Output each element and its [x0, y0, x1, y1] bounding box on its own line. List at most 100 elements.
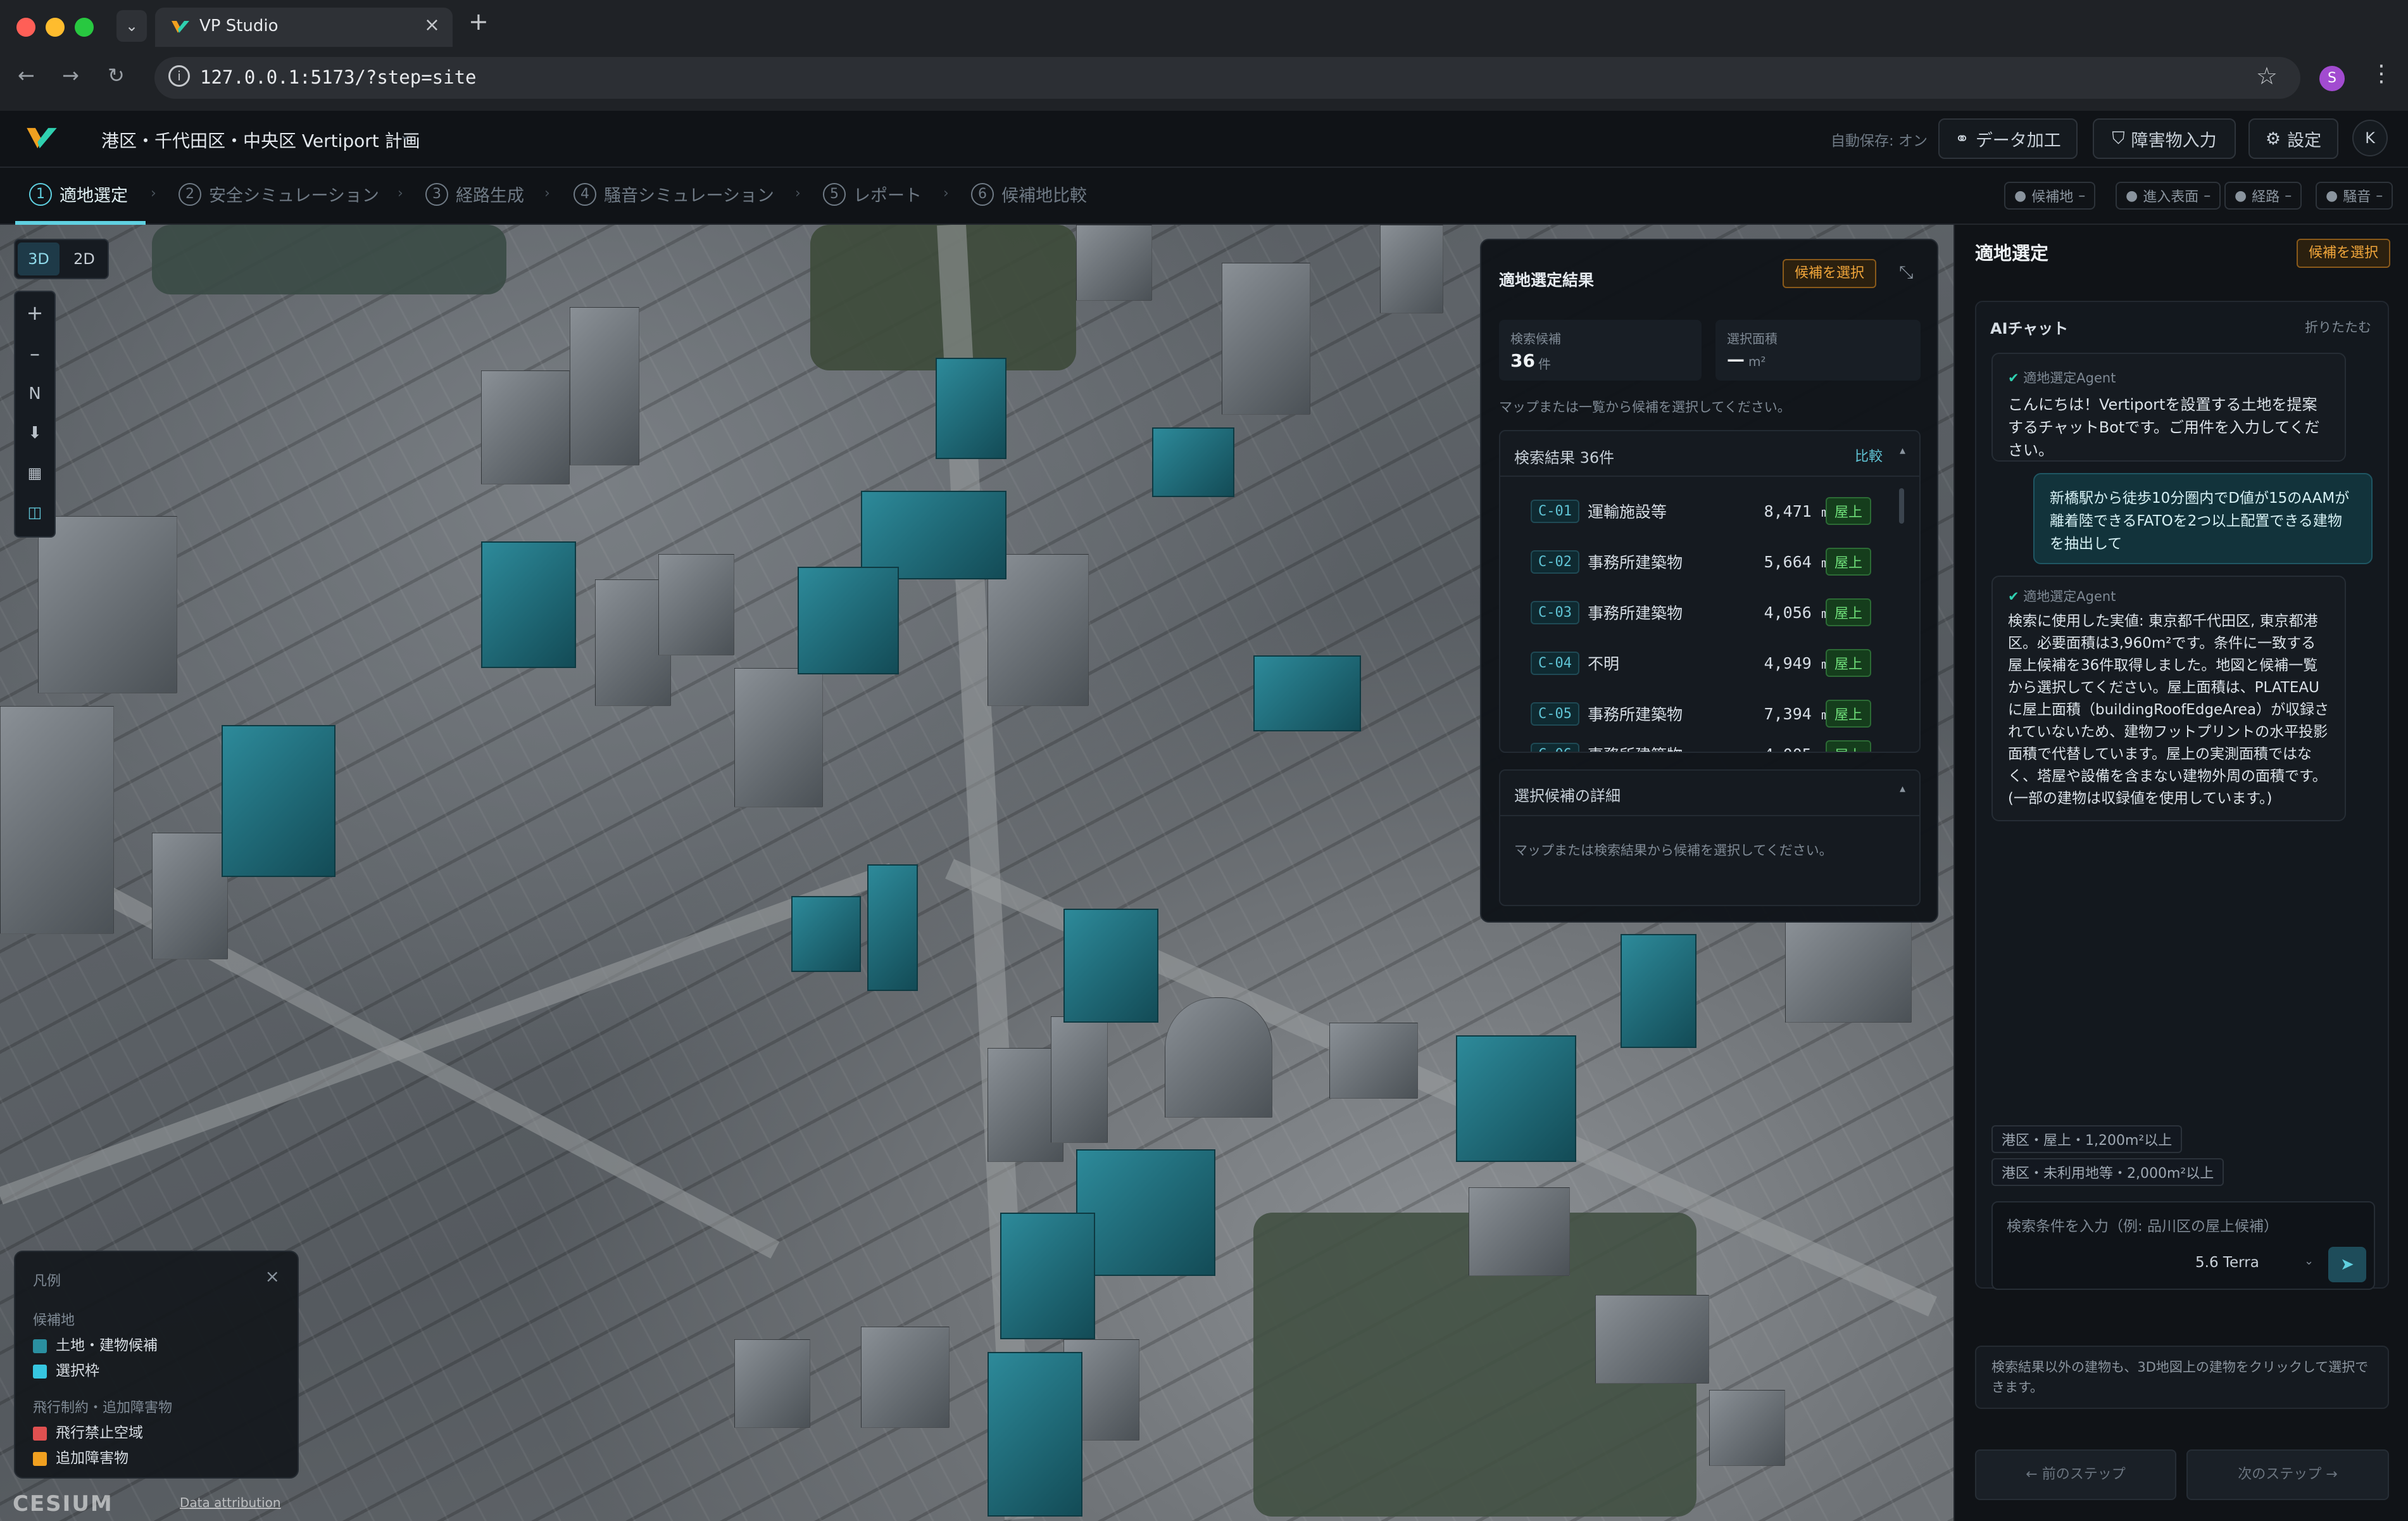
app-header: 港区・千代田区・中央区 Vertiport 計画 ⌄ 自動保存: オン ⚭ データ… — [0, 111, 2408, 168]
step-separator-icon: › — [398, 186, 403, 201]
profile-avatar[interactable]: S — [2319, 66, 2345, 91]
forward-icon[interactable]: → — [62, 63, 79, 87]
right-sidebar: 適地選定 候補を選択 AIチャット 折りたたむ ✔ 適地選定Agent こんにち… — [1953, 225, 2408, 1521]
candidate-building[interactable] — [867, 864, 918, 991]
chat-input-placeholder[interactable]: 検索条件を入力（例: 品川区の屋上候補） — [2007, 1214, 2278, 1235]
minimize-window-button[interactable] — [46, 18, 65, 37]
app-logo-icon[interactable] — [22, 125, 62, 153]
download-icon[interactable]: ⬇ — [15, 424, 54, 443]
candidate-row[interactable]: C-06 事務所建築物 4,005 m² 屋上 — [1500, 729, 1919, 752]
candidate-building[interactable] — [1063, 909, 1158, 1023]
candidate-building[interactable] — [791, 896, 861, 972]
compare-link[interactable]: 比較 — [1855, 445, 1883, 465]
legend-swatch — [33, 1451, 47, 1466]
building — [0, 706, 114, 934]
data-attribution-link[interactable]: Data attribution — [180, 1495, 281, 1510]
back-icon[interactable]: ← — [18, 63, 35, 87]
browser-tab[interactable]: VP Studio × — [155, 8, 453, 47]
candidate-building[interactable] — [1000, 1213, 1095, 1339]
suggestion-chip[interactable]: 港区・屋上・1,200m²以上 — [1991, 1125, 2183, 1153]
candidate-building[interactable] — [1621, 934, 1696, 1048]
select-candidate-button[interactable]: 候補を選択 — [1783, 259, 1876, 288]
step-6-candidate-comparison[interactable]: 6 候補地比較 — [971, 182, 1087, 206]
url-text[interactable]: 127.0.0.1:5173/?step=site — [200, 66, 477, 88]
ai-chat-panel: AIチャット 折りたたむ ✔ 適地選定Agent こんにちは！Vertiport… — [1975, 301, 2389, 1290]
collapse-chat-link[interactable]: 折りたたむ — [2305, 317, 2371, 336]
step-1-site-selection[interactable]: 1 適地選定 — [29, 182, 128, 206]
reload-icon[interactable]: ↻ — [108, 63, 125, 87]
collapse-panel-icon[interactable]: ⤡ — [1899, 262, 1913, 283]
building — [570, 307, 639, 465]
layer-toggle-noise[interactable]: ● 騒音 – — [2316, 182, 2393, 210]
user-message: 新橋駅から徒歩10分圏内でD値が15のAAMが離着陸できるFATOを2つ以上配置… — [2033, 473, 2373, 564]
settings-button[interactable]: ⚙ 設定 — [2248, 118, 2338, 159]
building — [152, 833, 228, 959]
building — [861, 1327, 950, 1428]
bookmark-star-icon[interactable]: ☆ — [2256, 62, 2278, 90]
agent-message-text: こんにちは！Vertiportを設置する土地を提案するチャットBotです。ご用件… — [2008, 396, 2320, 459]
candidate-building[interactable] — [988, 1352, 1082, 1517]
step-4-noise-simulation[interactable]: 4 騒音シミュレーション — [574, 182, 774, 206]
close-legend-icon[interactable]: × — [265, 1266, 280, 1287]
sidebar-select-candidate-button[interactable]: 候補を選択 — [2297, 239, 2390, 268]
zoom-in-icon[interactable]: + — [15, 301, 54, 325]
chat-input-box[interactable]: 検索条件を入力（例: 品川区の屋上候補） 5.6 Terra ⌄ ➤ — [1991, 1201, 2375, 1290]
chevron-up-icon[interactable]: ▴ — [1900, 782, 1905, 795]
close-window-button[interactable] — [16, 18, 35, 37]
2d-mode-button[interactable]: 2D — [63, 243, 105, 275]
building — [1329, 1023, 1418, 1099]
user-avatar[interactable]: K — [2352, 120, 2388, 156]
layers-icon[interactable]: ▦ — [15, 464, 54, 482]
candidate-building[interactable] — [1456, 1035, 1576, 1162]
3d-map-view[interactable]: 3D 2D + – N ⬇ ▦ ◫ 凡例 × 候補地 土地・建物候補 選択枠 飛… — [0, 225, 1953, 1521]
candidate-row[interactable]: C-03 事務所建築物 4,056 m² 屋上 — [1500, 587, 1919, 638]
maximize-window-button[interactable] — [75, 18, 94, 37]
step-5-report[interactable]: 5 レポート — [823, 182, 922, 206]
sidebar-title: 適地選定 — [1975, 243, 2049, 264]
candidate-building[interactable] — [1076, 1149, 1215, 1276]
candidate-building[interactable] — [222, 725, 335, 877]
layer-toggle-route[interactable]: ● 経路 – — [2224, 182, 2302, 210]
panel-toggle-icon[interactable]: ◫ — [15, 503, 54, 521]
candidate-row[interactable]: C-04 不明 4,949 m² 屋上 — [1500, 638, 1919, 688]
candidate-building[interactable] — [798, 567, 899, 674]
tab-list-chevron-icon[interactable]: ⌄ — [116, 10, 147, 42]
close-tab-icon[interactable]: × — [424, 14, 440, 36]
candidate-building[interactable] — [481, 541, 576, 668]
next-step-button[interactable]: 次のステップ → — [2186, 1449, 2389, 1500]
building — [1709, 1390, 1785, 1466]
chevron-up-icon[interactable]: ▴ — [1900, 444, 1905, 457]
layer-toggle-approach-surface[interactable]: ● 進入表面 – — [2116, 182, 2221, 210]
legend-item-selection-frame: 選択枠 — [33, 1358, 99, 1380]
legend-item-additional-obstacle: 追加障害物 — [33, 1446, 129, 1467]
step-3-route-generation[interactable]: 3 経路生成 — [425, 182, 524, 206]
candidate-building[interactable] — [861, 491, 1006, 579]
north-compass-button[interactable]: N — [15, 384, 54, 403]
new-tab-icon[interactable]: + — [468, 8, 489, 35]
model-chevron-icon[interactable]: ⌄ — [2304, 1254, 2314, 1268]
candidate-building[interactable] — [936, 358, 1006, 459]
breadcrumb-chevron-icon[interactable]: ⌄ — [399, 127, 411, 143]
legend-title: 凡例 — [33, 1273, 61, 1289]
suggestion-chip[interactable]: 港区・未利用地等・2,000m²以上 — [1991, 1158, 2224, 1186]
layer-toggle-candidates[interactable]: ● 候補地 – — [2004, 182, 2096, 210]
step-2-safety-simulation[interactable]: 2 安全シミュレーション — [179, 182, 379, 206]
model-selector[interactable]: 5.6 Terra — [2195, 1254, 2259, 1271]
zoom-out-icon[interactable]: – — [15, 341, 54, 365]
site-info-icon[interactable]: i — [168, 65, 190, 87]
project-breadcrumb[interactable]: 港区・千代田区・中央区 Vertiport 計画 — [101, 127, 420, 153]
url-bar[interactable]: i 127.0.0.1:5173/?step=site ☆ — [154, 57, 2300, 99]
data-processing-button[interactable]: ⚭ データ加工 — [1938, 118, 2078, 159]
candidate-row[interactable]: C-01 運輸施設等 8,471 m² 屋上 — [1500, 486, 1919, 536]
candidate-row[interactable]: C-02 事務所建築物 5,664 m² 屋上 — [1500, 536, 1919, 587]
obstacle-input-button[interactable]: ⛉ 障害物入力 — [2093, 118, 2236, 159]
send-icon[interactable]: ➤ — [2328, 1247, 2366, 1282]
browser-menu-icon[interactable]: ⋮ — [2370, 61, 2393, 87]
previous-step-button[interactable]: ← 前のステップ — [1975, 1449, 2176, 1500]
site-selection-results-panel: 適地選定結果 候補を選択 ⤡ 検索候補 36 件 選択面積 — m² マップまた… — [1480, 239, 1938, 923]
candidate-building[interactable] — [1152, 427, 1234, 497]
3d-mode-button[interactable]: 3D — [18, 243, 60, 275]
map-selection-hint: 検索結果以外の建物も、3D地図上の建物をクリックして選択できます。 — [1975, 1346, 2389, 1409]
agent-message: ✔ 適地選定Agent こんにちは！Vertiportを設置する土地を提案するチ… — [1991, 353, 2346, 462]
candidate-building[interactable] — [1253, 655, 1361, 731]
